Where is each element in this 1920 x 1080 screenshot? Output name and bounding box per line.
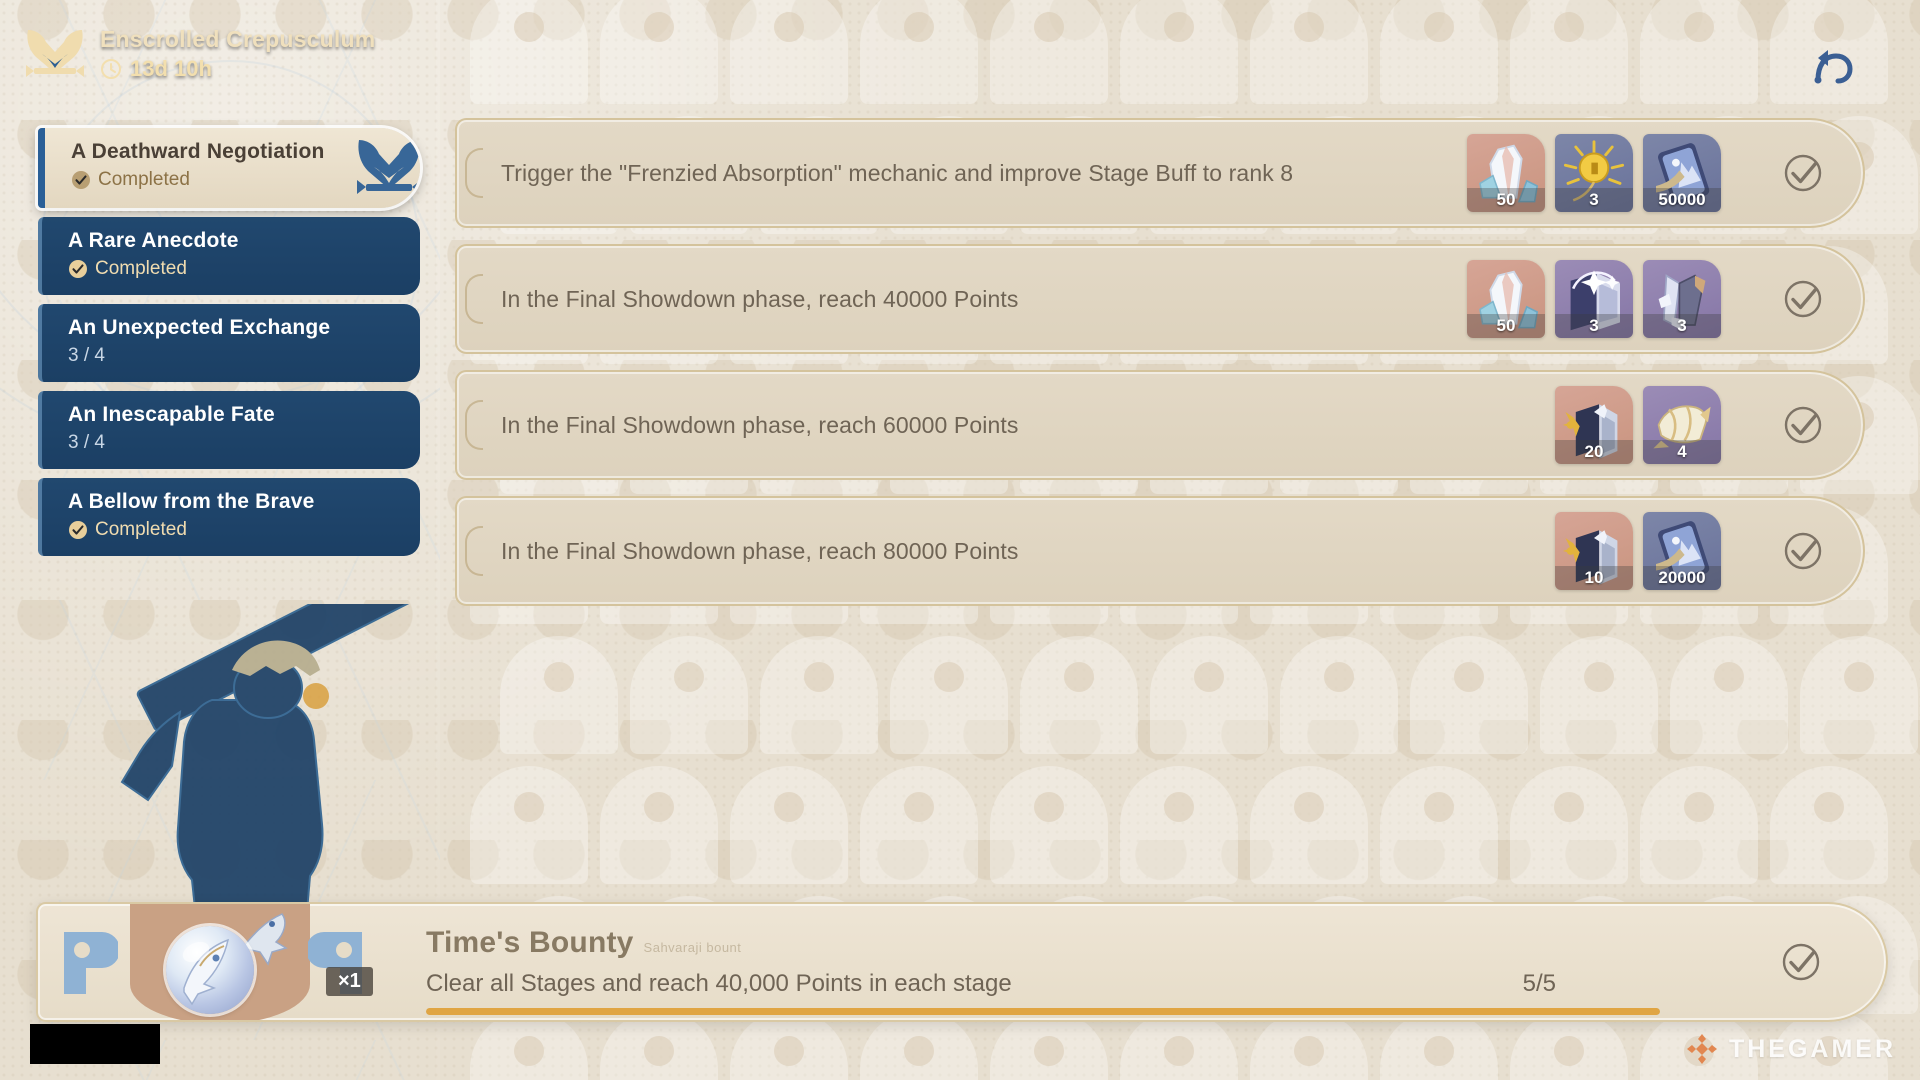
- sidebar-quest-item[interactable]: A Deathward Negotiation Completed: [38, 128, 420, 208]
- reward-item[interactable]: 3: [1555, 134, 1633, 212]
- bounty-reward-quantity: ×1: [326, 967, 373, 996]
- reward-item[interactable]: 50: [1467, 134, 1545, 212]
- bounty-description: Clear all Stages and reach 40,000 Points…: [426, 969, 1012, 997]
- sidebar-quest-item[interactable]: A Bellow from the Brave Completed: [38, 478, 420, 556]
- reward-item[interactable]: 20000: [1643, 512, 1721, 590]
- mission-rewards: 20 4: [1555, 386, 1743, 464]
- bounty-artwork: ×1: [38, 904, 408, 1020]
- mission-rewards: 10 20000: [1555, 512, 1743, 590]
- quest-title: A Rare Anecdote: [68, 229, 239, 252]
- check-circle-icon: [1784, 154, 1822, 192]
- reward-quantity: 20: [1555, 440, 1633, 464]
- reward-item[interactable]: 20: [1555, 386, 1633, 464]
- check-badge-icon: [69, 521, 87, 539]
- reward-quantity: 3: [1555, 188, 1633, 212]
- sidebar-quest-item[interactable]: An Inescapable Fate 3 / 4: [38, 391, 420, 469]
- redacted-box: [30, 1024, 160, 1064]
- quest-list: A Deathward Negotiation Completed A Rare…: [38, 128, 420, 565]
- reward-item[interactable]: 3: [1555, 260, 1633, 338]
- mission-description: Trigger the "Frenzied Absorption" mechan…: [501, 159, 1294, 186]
- bounty-orb-icon: [166, 926, 254, 1014]
- check-badge-icon: [72, 171, 90, 189]
- mission-description: In the Final Showdown phase, reach 80000…: [501, 537, 1019, 564]
- bounty-panel[interactable]: ×1 Time's Bounty Sahvaraji bount Clear a…: [36, 902, 1888, 1022]
- bounty-progress-fill: [426, 1007, 1660, 1015]
- reward-item[interactable]: 10: [1555, 512, 1633, 590]
- reward-item[interactable]: 4: [1643, 386, 1721, 464]
- back-button[interactable]: [1804, 36, 1862, 94]
- thegamer-logo-icon: [1686, 1034, 1717, 1064]
- event-screen: Enscrolled Crepusculum 13d 10h A Deathwa…: [0, 0, 1920, 1080]
- check-badge-icon: [69, 260, 87, 278]
- check-circle-icon: [1784, 280, 1822, 318]
- mission-description: In the Final Showdown phase, reach 60000…: [501, 411, 1019, 438]
- bounty-details: Time's Bounty Sahvaraji bount Clear all …: [408, 910, 1716, 1015]
- quest-status-label: Completed: [98, 169, 190, 190]
- quest-status: 3 / 4: [68, 432, 402, 454]
- quest-status: Completed: [68, 519, 402, 541]
- mission-row[interactable]: In the Final Showdown phase, reach 60000…: [455, 370, 1865, 480]
- reward-item[interactable]: 50: [1467, 260, 1545, 338]
- mission-claim-button[interactable]: [1743, 149, 1863, 197]
- reward-quantity: 20000: [1643, 566, 1721, 590]
- quest-status-label: 3 / 4: [68, 432, 105, 453]
- watermark-text: THEGAMER: [1728, 1034, 1896, 1063]
- check-circle-icon: [1784, 532, 1822, 570]
- reward-quantity: 4: [1643, 440, 1721, 464]
- check-circle-icon: [1782, 943, 1820, 981]
- mission-rewards: 50 3 3: [1467, 260, 1743, 338]
- mission-description: In the Final Showdown phase, reach 40000…: [501, 285, 1019, 312]
- thegamer-watermark: THEGAMER: [1685, 1032, 1896, 1066]
- check-circle-icon: [1784, 406, 1822, 444]
- owl-crest-icon: [357, 140, 420, 194]
- event-timer: 13d 10h: [100, 56, 375, 82]
- reward-item[interactable]: 3: [1643, 260, 1721, 338]
- quest-status-label: 3 / 4: [68, 345, 105, 366]
- bracket-left-icon: [64, 932, 118, 994]
- quest-status-label: Completed: [95, 519, 187, 540]
- bounty-title-decoration: Sahvaraji bount: [643, 939, 742, 955]
- mission-rewards: 50 3 50000: [1467, 134, 1743, 212]
- reward-quantity: 50: [1467, 314, 1545, 338]
- bounty-claim-button[interactable]: [1716, 938, 1886, 986]
- clock-icon: [101, 59, 121, 79]
- reward-quantity: 50: [1467, 188, 1545, 212]
- quest-title: An Inescapable Fate: [68, 403, 275, 426]
- reward-item[interactable]: 50000: [1643, 134, 1721, 212]
- bounty-progress-text: 5/5: [1522, 969, 1556, 997]
- bounty-title: Time's Bounty: [426, 925, 634, 959]
- event-title: Enscrolled Crepusculum: [100, 26, 376, 52]
- mission-row[interactable]: In the Final Showdown phase, reach 40000…: [455, 244, 1865, 354]
- quest-status: 3 / 4: [68, 345, 402, 367]
- mission-claim-button[interactable]: [1743, 401, 1863, 449]
- sidebar-quest-item[interactable]: A Rare Anecdote Completed: [38, 217, 420, 295]
- mission-row[interactable]: In the Final Showdown phase, reach 80000…: [455, 496, 1865, 606]
- event-timer-value: 13d 10h: [130, 56, 212, 81]
- quest-title: An Unexpected Exchange: [68, 316, 331, 339]
- reward-quantity: 3: [1643, 314, 1721, 338]
- reward-quantity: 3: [1555, 314, 1633, 338]
- event-header: Enscrolled Crepusculum 13d 10h: [22, 24, 375, 84]
- mission-row[interactable]: Trigger the "Frenzied Absorption" mechan…: [455, 118, 1865, 228]
- quest-title: A Bellow from the Brave: [68, 490, 315, 513]
- reward-quantity: 10: [1555, 566, 1633, 590]
- mission-claim-button[interactable]: [1743, 275, 1863, 323]
- sidebar-quest-item[interactable]: An Unexpected Exchange 3 / 4: [38, 304, 420, 382]
- mission-claim-button[interactable]: [1743, 527, 1863, 575]
- quest-status-label: Completed: [95, 258, 187, 279]
- owl-crest-icon: [26, 30, 84, 77]
- mission-list: Trigger the "Frenzied Absorption" mechan…: [455, 118, 1865, 622]
- reward-quantity: 50000: [1643, 188, 1721, 212]
- bounty-progress-bar: [426, 1007, 1660, 1015]
- quest-status: Completed: [68, 258, 402, 280]
